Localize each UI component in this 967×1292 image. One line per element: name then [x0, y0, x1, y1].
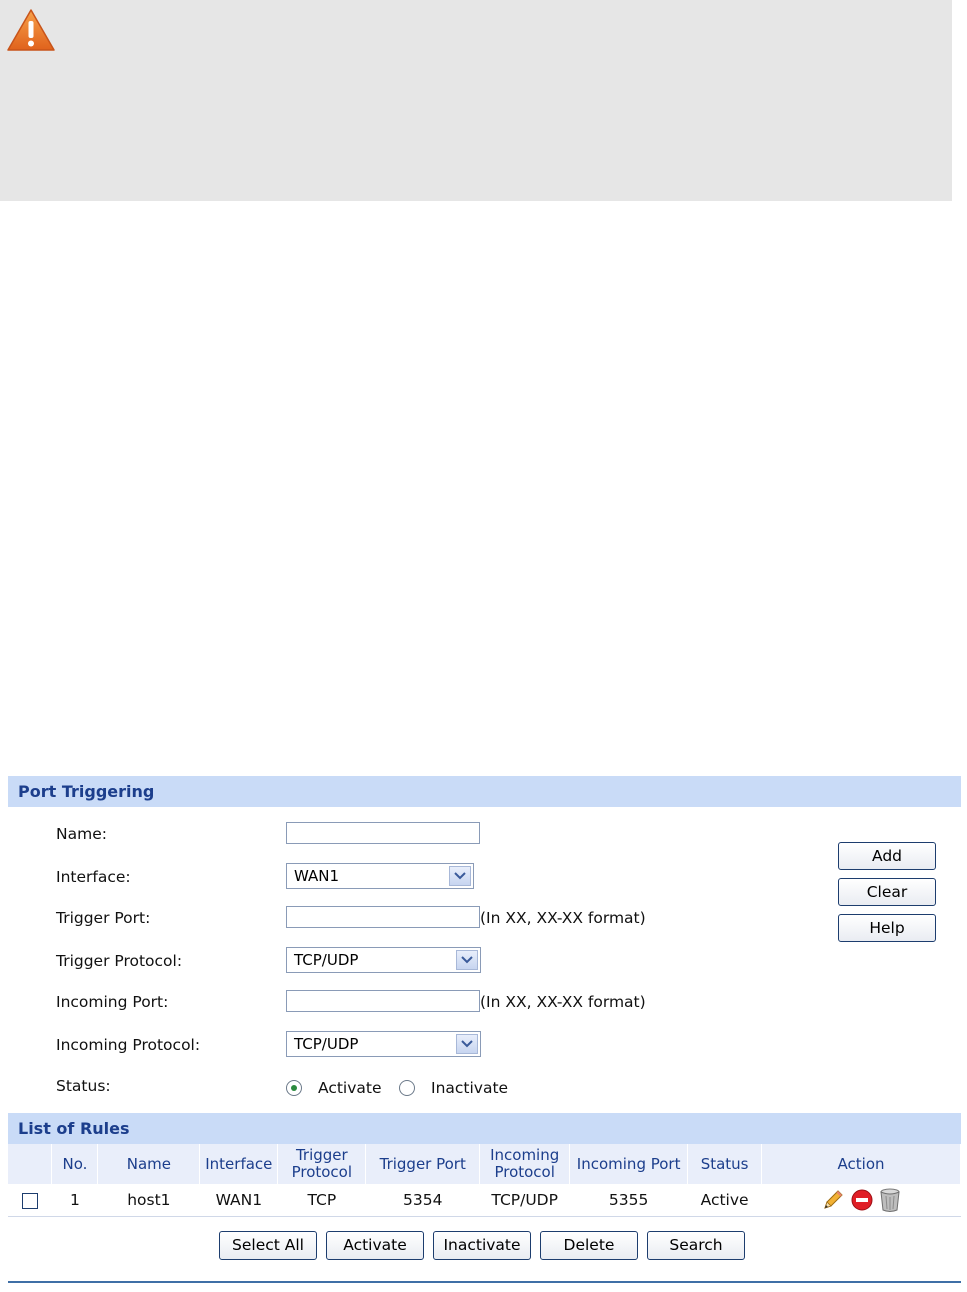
row-name: host1 — [127, 1191, 171, 1209]
trigger-port-hint: (In XX, XX-XX format) — [480, 909, 646, 927]
status-column-header: Status — [687, 1144, 763, 1184]
action-icons — [821, 1187, 901, 1213]
activate-button[interactable]: Activate — [326, 1231, 424, 1260]
trigger-protocol-value: TCP/UDP — [294, 951, 359, 969]
chevron-down-icon[interactable] — [449, 866, 471, 886]
interface-label: Interface: — [56, 868, 131, 886]
trigger-port-label: Trigger Port: — [56, 909, 151, 927]
row-incoming-port: 5355 — [608, 1191, 649, 1209]
clear-button[interactable]: Clear — [838, 878, 936, 906]
status-inactivate-label: Inactivate — [431, 1079, 509, 1097]
trigger-protocol-header-line1: Trigger — [295, 1146, 348, 1164]
name-input[interactable] — [286, 822, 480, 844]
disable-icon[interactable] — [851, 1189, 873, 1211]
row-trigger-port: 5354 — [403, 1191, 443, 1209]
incoming-protocol-value: TCP/UDP — [294, 1035, 359, 1053]
row-interface: WAN1 — [215, 1191, 263, 1209]
action-column-header: Action — [761, 1144, 961, 1184]
status-label: Status: — [56, 1077, 111, 1095]
incoming-protocol-header-line2: Protocol — [494, 1163, 555, 1181]
row-trigger-protocol: TCP — [307, 1191, 337, 1209]
chevron-down-icon[interactable] — [456, 1034, 478, 1054]
trigger-protocol-select[interactable]: TCP/UDP — [286, 947, 481, 973]
inactivate-button[interactable]: Inactivate — [433, 1231, 531, 1260]
interface-column-header: Interface — [199, 1144, 279, 1184]
status-activate-radio[interactable] — [286, 1080, 302, 1096]
port-triggering-header: Port Triggering — [8, 776, 961, 807]
incoming-port-column-header: Incoming Port — [569, 1144, 689, 1184]
interface-select[interactable]: WAN1 — [286, 863, 474, 889]
table-header-row: No. Name Interface Trigger Protocol Trig… — [8, 1144, 961, 1184]
select-column-header — [8, 1144, 53, 1184]
row-actions — [762, 1184, 961, 1216]
search-button[interactable]: Search — [647, 1231, 745, 1260]
status-activate-label: Activate — [318, 1079, 382, 1097]
trigger-protocol-header-line2: Protocol — [291, 1163, 353, 1181]
table-bottom-border — [8, 1216, 961, 1217]
list-of-rules-header: List of Rules — [8, 1113, 961, 1144]
warning-icon — [7, 9, 55, 51]
no-column-header: No. — [51, 1144, 99, 1184]
delete-icon[interactable] — [879, 1187, 901, 1213]
edit-icon[interactable] — [821, 1188, 845, 1212]
status-inactivate-radio[interactable] — [399, 1080, 415, 1096]
port-triggering-title: Port Triggering — [18, 782, 155, 801]
incoming-protocol-column-header: Incoming Protocol — [479, 1144, 571, 1184]
rules-table: No. Name Interface Trigger Protocol Trig… — [8, 1144, 961, 1216]
bottom-divider — [8, 1281, 961, 1283]
incoming-port-input[interactable] — [286, 990, 480, 1012]
incoming-protocol-header-line1: Incoming — [490, 1146, 560, 1164]
help-button[interactable]: Help — [838, 914, 936, 942]
row-select-cell — [8, 1184, 52, 1216]
note-box — [0, 0, 952, 201]
list-of-rules-title: List of Rules — [18, 1119, 130, 1138]
port-triggering-form: Name: Interface: WAN1 Trigger Port: (In … — [8, 807, 961, 1113]
add-button[interactable]: Add — [838, 842, 936, 870]
table-row: 1 host1 WAN1 TCP 5354 TCP/UDP 5355 Activ… — [8, 1184, 961, 1216]
chevron-down-icon[interactable] — [456, 950, 478, 970]
incoming-protocol-label: Incoming Protocol: — [56, 1036, 201, 1054]
incoming-port-label: Incoming Port: — [56, 993, 169, 1011]
trigger-port-input[interactable] — [286, 906, 480, 928]
name-column-header: Name — [97, 1144, 201, 1184]
name-label: Name: — [56, 825, 107, 843]
incoming-port-hint: (In XX, XX-XX format) — [480, 993, 646, 1011]
trigger-protocol-column-header: Trigger Protocol — [277, 1144, 367, 1184]
select-all-button[interactable]: Select All — [219, 1231, 317, 1260]
trigger-port-column-header: Trigger Port — [365, 1144, 481, 1184]
interface-select-value: WAN1 — [294, 867, 340, 885]
row-incoming-protocol: TCP/UDP — [491, 1191, 558, 1209]
delete-button[interactable]: Delete — [540, 1231, 638, 1260]
row-status: Active — [700, 1191, 749, 1209]
row-checkbox[interactable] — [21, 1192, 38, 1209]
incoming-protocol-select[interactable]: TCP/UDP — [286, 1031, 481, 1057]
row-no: 1 — [70, 1191, 80, 1209]
trigger-protocol-label: Trigger Protocol: — [56, 952, 183, 970]
